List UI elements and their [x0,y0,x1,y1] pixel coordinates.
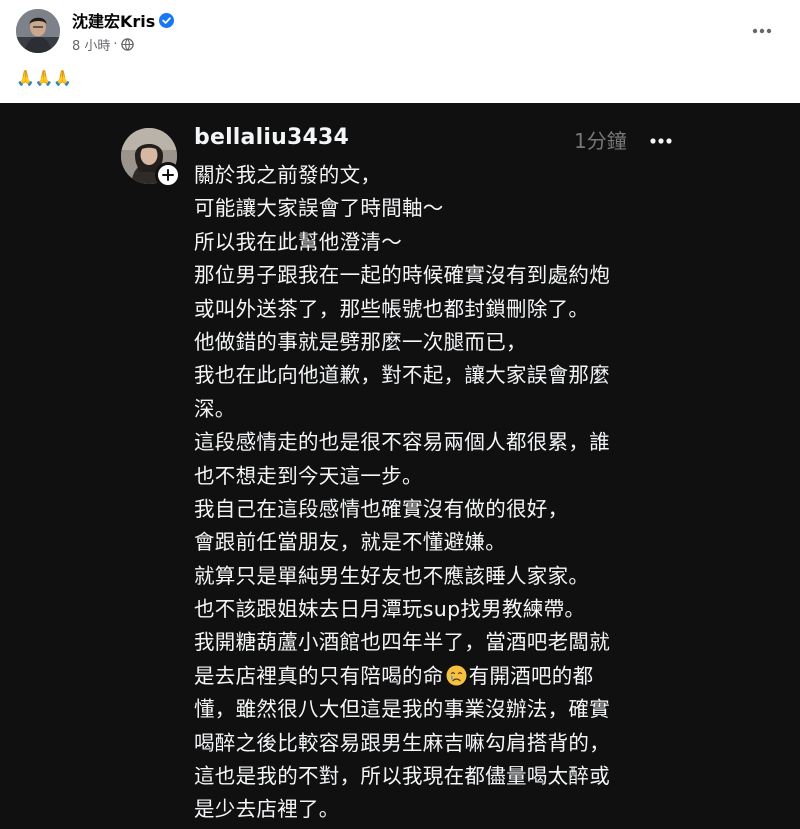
post-header: 沈建宏Kris 8 小時 · [0,0,800,60]
text-line: 深。 [194,396,236,421]
text-line: 或叫外送茶了，那些帳號也都封鎖刪除了。 [194,296,590,321]
text-line: 會跟前任當朋友，就是不懂避嫌。 [194,530,506,555]
text-line: 這段感情走的也是很不容易兩個人都很累，誰 [194,430,610,455]
text-line: 那位男子跟我在一起的時候確實沒有到處約炮 [194,263,610,288]
text-line: 可能讓大家誤會了時間軸～ [194,196,444,221]
globe-icon [120,38,134,51]
threads-post-body: 關於我之前發的文， 可能讓大家誤會了時間軸～ 所以我在此幫他澄清～ 那位男子跟我… [194,159,664,827]
author-name[interactable]: 沈建宏Kris [72,8,155,32]
threads-more-icon [645,129,677,153]
text-line: 就算只是單純男生好友也不應該睡人家家。 [194,563,590,588]
author-name-row: 沈建宏Kris [72,8,175,32]
author-photo [16,9,60,53]
text-line: 所以我在此幫他澄清～ [194,229,402,254]
author-avatar[interactable] [16,9,60,53]
post-time[interactable]: 8 小時 [72,35,110,54]
threads-screenshot: bellaliu3434 1分鐘 關於我之前發的文， 可能讓大家誤會了時間軸～ … [0,103,800,829]
threads-username: bellaliu3434 [194,125,349,150]
more-options-icon[interactable] [744,16,780,46]
text-segment: 是去店裡真的只有陪喝的命 [194,663,444,688]
text-line: 我開糖葫蘆小酒館也四年半了，當酒吧老闆就 [194,630,610,655]
text-line: 也不想走到今天這一步。 [194,463,423,488]
verified-badge-icon [159,12,175,28]
text-line-with-emoji: 是去店裡真的只有陪喝的命 有開酒吧的都 [194,660,664,693]
text-line: 懂，雖然很八大但這是我的事業沒辦法，確實 [194,697,610,722]
text-line: 這也是我的不對，所以我現在都儘量喝太醉或 [194,764,610,789]
text-line: 我也在此向他道歉，對不起，讓大家誤會那麼 [194,363,610,388]
text-line: 關於我之前發的文， [194,163,382,187]
text-line: 他做錯的事就是劈那麼一次腿而已， [194,329,527,354]
crying-face-emoji-icon [446,663,467,686]
plus-icon [162,169,174,181]
threads-time: 1分鐘 [574,129,627,153]
follow-button[interactable] [155,162,181,188]
text-line: 也不該跟姐妹去日月潭玩sup找男教練帶。 [194,597,586,622]
text-line: 喝醉之後比較容易跟男生麻吉嘛勾肩搭背的， [194,730,610,755]
meta-separator: · [113,37,118,52]
text-line: 我自己在這段感情也確實沒有做的很好， [194,496,569,521]
text-segment: 有開酒吧的都 [468,663,594,688]
post-meta: 8 小時 · [72,35,134,54]
text-line: 是少去店裡了。 [194,797,340,822]
post-caption: 🙏🙏🙏 [16,69,73,87]
